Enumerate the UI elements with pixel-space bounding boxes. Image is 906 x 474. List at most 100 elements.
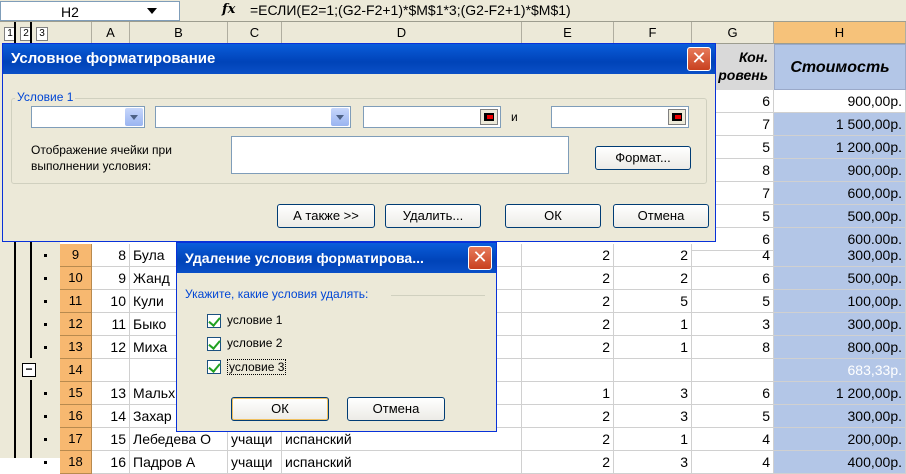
cell-a[interactable] bbox=[92, 359, 130, 382]
name-box[interactable]: H2 bbox=[0, 1, 180, 21]
cell-e[interactable]: 2 bbox=[522, 428, 614, 451]
cell-a[interactable]: 8 bbox=[92, 244, 130, 267]
close-icon[interactable]: ✕ bbox=[468, 246, 492, 270]
column-header-e[interactable]: E bbox=[522, 22, 614, 44]
column-header-c[interactable]: C bbox=[228, 22, 282, 44]
dialog-titlebar[interactable]: Условное форматирование ✕ bbox=[3, 44, 715, 74]
cell-e[interactable]: 1 bbox=[522, 382, 614, 405]
column-header-g[interactable]: G bbox=[692, 22, 774, 44]
cell-g[interactable] bbox=[692, 359, 774, 382]
formula-input[interactable]: =ЕСЛИ(E2=1;(G2-F2+1)*$M$1*3;(G2-F2+1)*$M… bbox=[250, 2, 571, 18]
column-header-h[interactable]: H bbox=[774, 22, 906, 44]
delete-dialog-titlebar[interactable]: Удаление условия форматирова... ✕ bbox=[177, 243, 496, 273]
cell-e[interactable]: 2 bbox=[522, 336, 614, 359]
cell-e[interactable]: 2 bbox=[522, 451, 614, 474]
format-button[interactable]: Формат... bbox=[595, 146, 691, 170]
row-header[interactable]: 12 bbox=[60, 313, 92, 336]
ok-button[interactable]: ОК bbox=[505, 204, 601, 228]
delete-condition-button[interactable]: Удалить... bbox=[385, 204, 481, 228]
condition-2-checkbox[interactable] bbox=[207, 337, 221, 351]
cell-a[interactable]: 13 bbox=[92, 382, 130, 405]
chevron-down-icon[interactable] bbox=[125, 108, 143, 126]
cell-h[interactable]: 500,00р. bbox=[774, 205, 906, 228]
cell-g[interactable]: 8 bbox=[692, 336, 774, 359]
condition-2-checkbox-label[interactable]: условие 2 bbox=[227, 336, 282, 350]
cell-a[interactable]: 9 bbox=[92, 267, 130, 290]
range-select-icon[interactable] bbox=[668, 109, 686, 125]
cell-a[interactable]: 15 bbox=[92, 428, 130, 451]
cell-g[interactable]: 6 bbox=[692, 382, 774, 405]
cell-f[interactable]: 1 bbox=[614, 313, 692, 336]
column-header-d[interactable]: D bbox=[282, 22, 522, 44]
cell-c[interactable]: учащи bbox=[228, 451, 282, 474]
collapse-group-icon[interactable]: − bbox=[22, 363, 36, 377]
column-header-a[interactable]: A bbox=[92, 22, 130, 44]
cell-f[interactable] bbox=[614, 359, 692, 382]
cell-h[interactable]: 600,00р. bbox=[774, 182, 906, 205]
cell-h[interactable]: 100,00р. bbox=[774, 290, 906, 313]
row-header[interactable]: 15 bbox=[60, 382, 92, 405]
row-header[interactable]: 13 bbox=[60, 336, 92, 359]
row-header[interactable]: 14 bbox=[60, 359, 92, 382]
cell-g[interactable]: 3 bbox=[692, 313, 774, 336]
cell-f[interactable]: 5 bbox=[614, 290, 692, 313]
cell-g[interactable]: 4 bbox=[692, 451, 774, 474]
cell-e[interactable]: 2 bbox=[522, 267, 614, 290]
condition-3-checkbox[interactable] bbox=[207, 360, 221, 374]
cell-h[interactable]: 1 200,00р. bbox=[774, 136, 906, 159]
cell-e[interactable]: 2 bbox=[522, 244, 614, 267]
column-header-f[interactable]: F bbox=[614, 22, 692, 44]
operator-select[interactable] bbox=[155, 106, 351, 128]
row-header[interactable]: 16 bbox=[60, 405, 92, 428]
function-icon[interactable]: fx bbox=[222, 2, 235, 17]
chevron-down-icon[interactable] bbox=[147, 8, 157, 14]
cell-f[interactable]: 3 bbox=[614, 382, 692, 405]
outline-level-3-button[interactable]: 3 bbox=[36, 27, 48, 41]
select-all-corner[interactable] bbox=[60, 22, 92, 44]
cell-f[interactable]: 1 bbox=[614, 428, 692, 451]
value-1-input[interactable] bbox=[363, 106, 501, 128]
row-header[interactable]: 11 bbox=[60, 290, 92, 313]
row-header[interactable]: 9 bbox=[60, 244, 92, 267]
range-select-icon[interactable] bbox=[480, 109, 498, 125]
condition-1-checkbox[interactable] bbox=[207, 314, 221, 328]
cell-h[interactable]: 1 500,00р. bbox=[774, 113, 906, 136]
cell-a[interactable]: 16 bbox=[92, 451, 130, 474]
cell-h[interactable]: 400,00р. bbox=[774, 451, 906, 474]
cell-a[interactable]: 10 bbox=[92, 290, 130, 313]
cell-e[interactable]: 2 bbox=[522, 405, 614, 428]
cell-h[interactable]: 200,00р. bbox=[774, 428, 906, 451]
cell-e[interactable]: 2 bbox=[522, 313, 614, 336]
cell-g[interactable]: 4 bbox=[692, 244, 774, 267]
cell-g[interactable]: 4 bbox=[692, 428, 774, 451]
cell-h[interactable]: 900,00р. bbox=[774, 159, 906, 182]
chevron-down-icon[interactable] bbox=[331, 108, 349, 126]
cell-a[interactable]: 11 bbox=[92, 313, 130, 336]
ok-button[interactable]: ОК bbox=[231, 397, 329, 421]
cell-f[interactable]: 1 bbox=[614, 336, 692, 359]
cell-d[interactable]: испанский bbox=[282, 451, 522, 474]
close-icon[interactable]: ✕ bbox=[687, 47, 711, 71]
cell-h[interactable]: 1 200,00р. bbox=[774, 382, 906, 405]
row-header[interactable]: 17 bbox=[60, 428, 92, 451]
cell-a[interactable]: 12 bbox=[92, 336, 130, 359]
cell-f[interactable]: 2 bbox=[614, 267, 692, 290]
condition-type-select[interactable] bbox=[31, 106, 145, 128]
cancel-button[interactable]: Отмена bbox=[613, 204, 709, 228]
row-header[interactable]: 10 bbox=[60, 267, 92, 290]
cell-a[interactable]: 14 bbox=[92, 405, 130, 428]
condition-1-checkbox-label[interactable]: условие 1 bbox=[227, 313, 282, 327]
cell-g[interactable]: 5 bbox=[692, 405, 774, 428]
condition-3-checkbox-label[interactable]: условие 3 bbox=[227, 359, 287, 375]
cell-f[interactable]: 3 bbox=[614, 451, 692, 474]
cancel-button[interactable]: Отмена bbox=[347, 397, 445, 421]
cell-g[interactable]: 5 bbox=[692, 290, 774, 313]
cell-h[interactable]: 300,00р. bbox=[774, 405, 906, 428]
cell-f[interactable]: 3 bbox=[614, 405, 692, 428]
cell-h[interactable]: 500,00р. bbox=[774, 267, 906, 290]
header-cell-h[interactable]: Стоимость bbox=[774, 44, 906, 90]
add-condition-button[interactable]: А также >> bbox=[277, 204, 375, 228]
cell-e[interactable]: 2 bbox=[522, 290, 614, 313]
cell-e[interactable] bbox=[522, 359, 614, 382]
cell-h[interactable]: 300,00р. bbox=[774, 313, 906, 336]
